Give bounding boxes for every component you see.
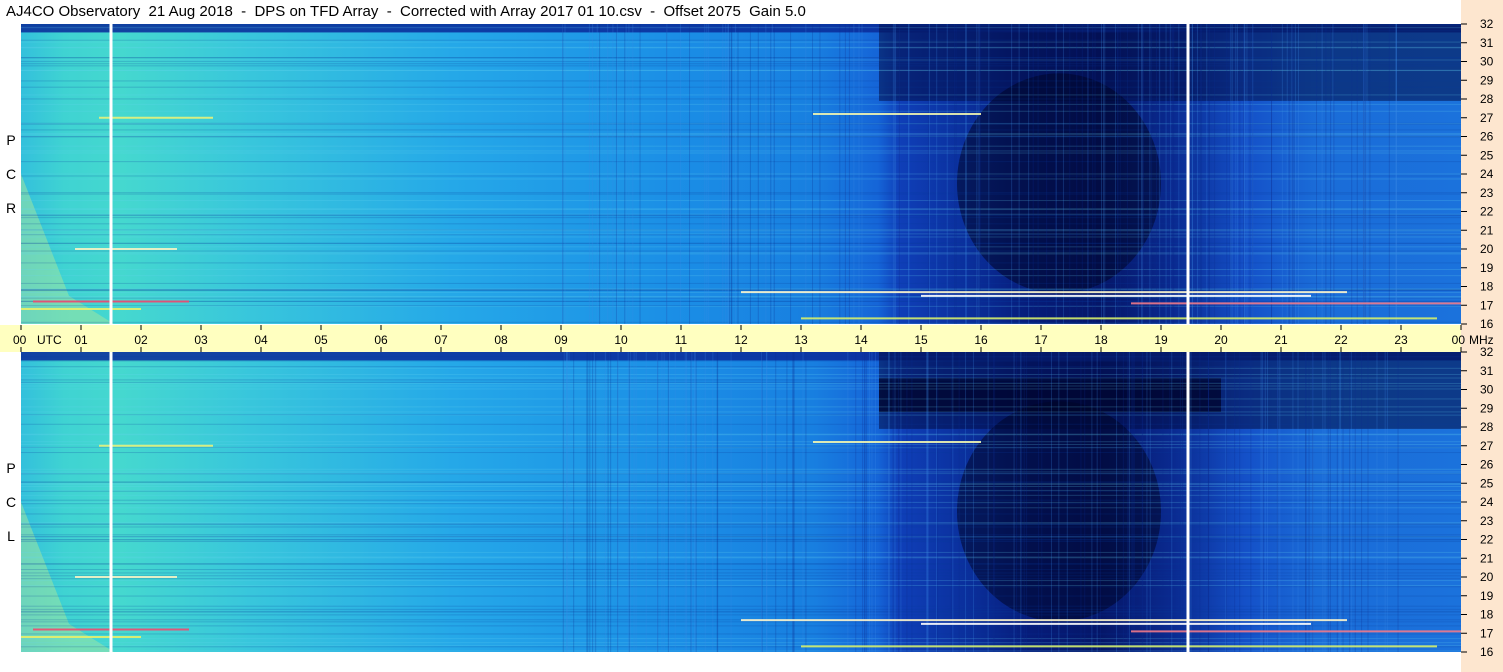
freq-tick-label: 30 <box>1480 383 1494 397</box>
freq-unit-label: MHz <box>1469 333 1494 347</box>
freq-tick-label: 17 <box>1480 298 1494 312</box>
freq-tick-label: 18 <box>1480 608 1494 622</box>
time-tick-label: 22 <box>1334 333 1348 347</box>
freq-tick-label: 20 <box>1480 242 1494 256</box>
freq-tick-label: 27 <box>1480 439 1494 453</box>
freq-tick-label: 28 <box>1480 420 1494 434</box>
freq-tick-label: 24 <box>1480 167 1494 181</box>
freq-tick-label: 26 <box>1480 458 1494 472</box>
time-tick-label: 14 <box>854 333 868 347</box>
freq-tick-label: 23 <box>1480 186 1494 200</box>
time-tick-label: 12 <box>734 333 748 347</box>
freq-tick-label: 28 <box>1480 92 1494 106</box>
time-tick-label: 19 <box>1154 333 1168 347</box>
time-tick-label: 18 <box>1094 333 1108 347</box>
freq-tick-label: 30 <box>1480 55 1494 69</box>
time-tick-label: 20 <box>1214 333 1228 347</box>
freq-tick-label: 19 <box>1480 261 1494 275</box>
time-tick-label: 07 <box>434 333 448 347</box>
time-tick-label: 09 <box>554 333 568 347</box>
freq-tick-label: 26 <box>1480 130 1494 144</box>
freq-tick-label: 22 <box>1480 205 1494 219</box>
time-tick-label: 17 <box>1034 333 1048 347</box>
freq-tick-label: 25 <box>1480 148 1494 162</box>
time-tick-label: 10 <box>614 333 628 347</box>
freq-tick-label: 22 <box>1480 533 1494 547</box>
time-tick-label: 05 <box>314 333 328 347</box>
freq-tick-label: 24 <box>1480 495 1494 509</box>
freq-tick-label: 17 <box>1480 626 1494 640</box>
time-tick-label: 15 <box>914 333 928 347</box>
time-tick-label: 11 <box>675 333 688 347</box>
freq-tick-label: 29 <box>1480 401 1494 415</box>
time-tick-label: 08 <box>494 333 508 347</box>
time-tick-label: 01 <box>74 333 88 347</box>
time-tick-label: 06 <box>374 333 388 347</box>
freq-tick-label: 16 <box>1480 645 1494 659</box>
time-tick-label: 04 <box>254 333 268 347</box>
freq-tick-label: 16 <box>1480 317 1494 331</box>
time-tick-label: 02 <box>134 333 148 347</box>
freq-tick-label: 21 <box>1480 551 1494 565</box>
freq-tick-label: 32 <box>1480 345 1494 359</box>
freq-tick-label: 27 <box>1480 111 1494 125</box>
freq-tick-label: 20 <box>1480 570 1494 584</box>
time-tick-label: 21 <box>1274 333 1288 347</box>
time-tick-label: 00 <box>1452 333 1466 347</box>
freq-tick-label: 25 <box>1480 476 1494 490</box>
freq-tick-label: 19 <box>1480 589 1494 603</box>
freq-tick-label: 29 <box>1480 73 1494 87</box>
freq-tick-label: 18 <box>1480 280 1494 294</box>
freq-tick-label: 31 <box>1480 364 1494 378</box>
time-tick-label: 13 <box>794 333 808 347</box>
time-tick-label: 16 <box>974 333 988 347</box>
time-tick-label: 03 <box>194 333 208 347</box>
freq-tick-label: 23 <box>1480 514 1494 528</box>
axes-overlay: 32 31 30 29 28 27 26 25 24 23 22 21 20 19 18 17 16 32 31 30… <box>13 17 1494 659</box>
freq-tick-label: 21 <box>1480 223 1494 237</box>
freq-tick-label: 31 <box>1480 36 1494 50</box>
freq-tick-label: 32 <box>1480 17 1494 31</box>
time-unit-label: UTC <box>37 333 62 347</box>
time-tick-label: 00 <box>13 333 27 347</box>
time-tick-label: 23 <box>1394 333 1408 347</box>
